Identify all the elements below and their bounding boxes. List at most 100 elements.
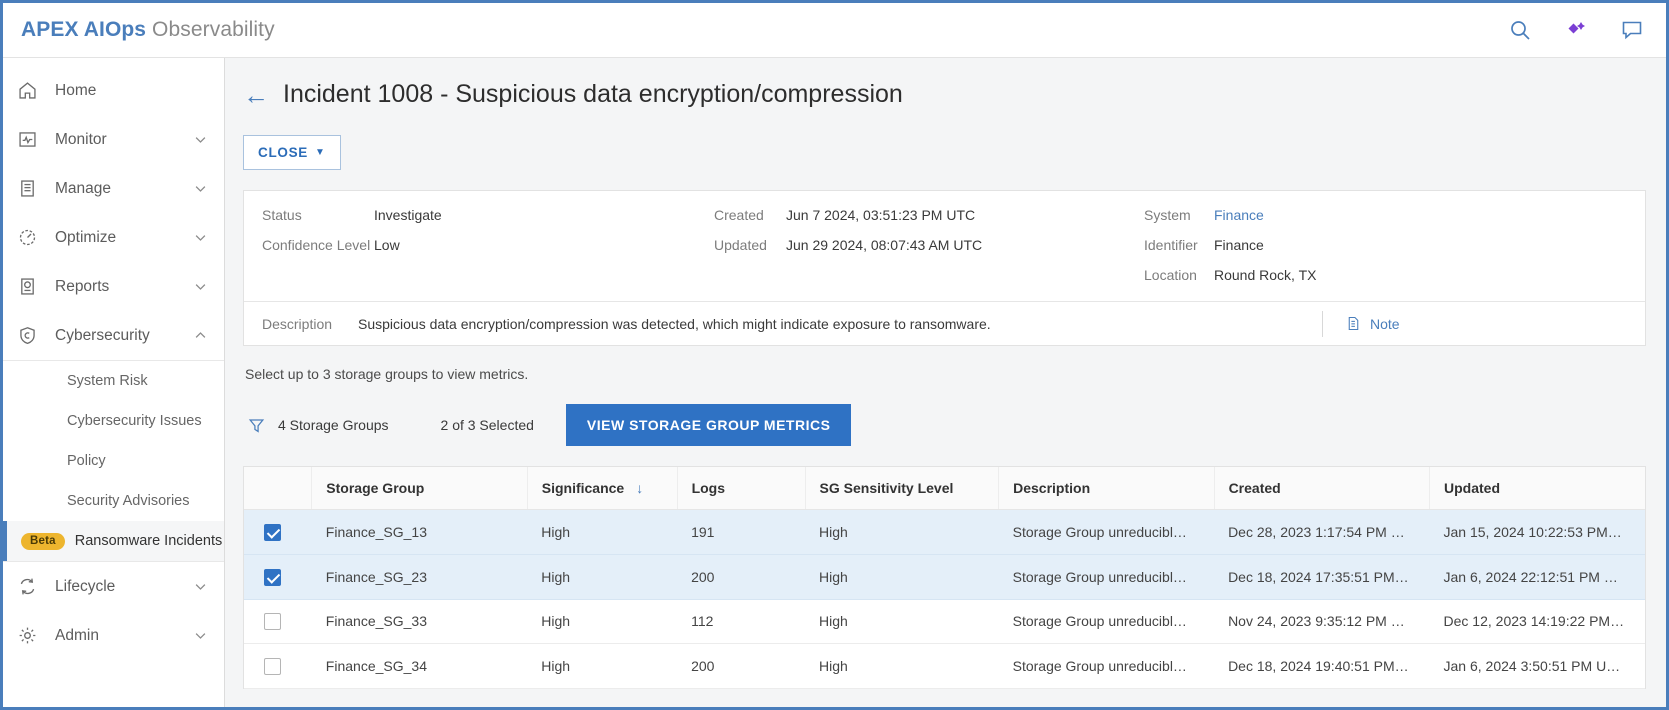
cell-created: Nov 24, 2023 9:35:12 PM … bbox=[1214, 599, 1430, 645]
detail-updated: Updated Jun 29 2024, 08:07:43 AM UTC bbox=[714, 237, 1144, 253]
selection-hint-text: Select up to 3 storage groups to view me… bbox=[245, 366, 529, 382]
row-checkbox-cell bbox=[244, 509, 312, 555]
chevron-down-icon[interactable] bbox=[193, 132, 208, 147]
table-header-row: Storage Group Significance ↓ Logs SG Sens… bbox=[244, 467, 1645, 510]
incident-description-row: Description Suspicious data encryption/c… bbox=[244, 301, 1645, 345]
cell-logs: 191 bbox=[677, 509, 806, 555]
body-container: Home Monitor Manage Optimize Reports Cyb… bbox=[3, 58, 1666, 707]
sidebar-subitem-label: System Risk bbox=[67, 373, 148, 389]
sidebar-item-cybersecurity-issues[interactable]: Cybersecurity Issues bbox=[3, 401, 224, 441]
sidebar-item-system-risk[interactable]: System Risk bbox=[3, 361, 224, 401]
sidebar-item-optimize[interactable]: Optimize bbox=[3, 213, 224, 262]
header-icon-group bbox=[1508, 18, 1644, 42]
detail-value-link[interactable]: Finance bbox=[1214, 207, 1264, 223]
details-column-left: Status Investigate Confidence Level Low bbox=[244, 207, 714, 283]
cell-updated: Jan 6, 2024 3:50:51 PM U… bbox=[1429, 643, 1645, 690]
column-header-storage-group[interactable]: Storage Group bbox=[311, 467, 528, 510]
cell-description: Storage Group unreducibl… bbox=[998, 599, 1215, 645]
row-checkbox[interactable] bbox=[264, 523, 281, 541]
main-inner: ← Incident 1008 - Suspicious data encryp… bbox=[225, 80, 1666, 690]
sidebar-item-manage[interactable]: Manage bbox=[3, 164, 224, 213]
sparkle-icon[interactable] bbox=[1564, 18, 1588, 42]
cell-storage-group: Finance_SG_34 bbox=[311, 643, 528, 690]
sidebar-item-label: Manage bbox=[55, 179, 112, 197]
main-content-area: ← Incident 1008 - Suspicious data encryp… bbox=[225, 58, 1666, 707]
sidebar-item-cybersecurity[interactable]: Cybersecurity bbox=[3, 311, 224, 360]
row-checkbox-cell bbox=[244, 643, 312, 690]
description-value: Suspicious data encryption/compression w… bbox=[358, 315, 991, 332]
application-window: APEX AIOps Observability Home Monitor Ma… bbox=[0, 0, 1669, 710]
cell-sensitivity: High bbox=[805, 599, 999, 645]
table-row[interactable]: Finance_SG_33 High 112 High Storage Grou… bbox=[244, 599, 1645, 645]
column-header-significance[interactable]: Significance ↓ bbox=[527, 467, 678, 510]
divider bbox=[1322, 310, 1323, 337]
detail-created: Created Jun 7 2024, 03:51:23 PM UTC bbox=[714, 207, 1144, 223]
detail-label: Updated bbox=[714, 237, 767, 253]
sidebar-item-reports[interactable]: Reports bbox=[3, 262, 224, 311]
cell-storage-group: Finance_SG_33 bbox=[311, 599, 528, 645]
incident-details-grid: Status Investigate Confidence Level Low … bbox=[244, 191, 1645, 301]
note-label: Note bbox=[1370, 315, 1400, 332]
column-header-created[interactable]: Created bbox=[1214, 467, 1431, 510]
chevron-down-icon: ▼ bbox=[315, 147, 326, 158]
cell-significance: High bbox=[527, 509, 678, 555]
detail-status: Status Investigate bbox=[262, 207, 714, 223]
table-row[interactable]: Finance_SG_23 High 200 High Storage Grou… bbox=[244, 554, 1645, 600]
sidebar-item-admin[interactable]: Admin bbox=[3, 611, 224, 660]
cell-description: Storage Group unreducibl… bbox=[998, 554, 1215, 600]
column-header-sg-sensitivity-level[interactable]: SG Sensitivity Level bbox=[805, 467, 1000, 510]
chevron-down-icon[interactable] bbox=[193, 579, 208, 594]
cell-significance: High bbox=[527, 554, 678, 600]
table-row[interactable]: Finance_SG_13 High 191 High Storage Grou… bbox=[244, 509, 1645, 555]
sidebar-subitem-label: Ransomware Incidents bbox=[74, 533, 223, 549]
search-icon[interactable] bbox=[1508, 18, 1532, 42]
filter-storage-groups-button[interactable]: 4 Storage Groups bbox=[243, 416, 389, 435]
back-arrow-icon[interactable]: ← bbox=[243, 82, 269, 108]
sidebar-item-ransomware-incidents[interactable]: Beta Ransomware Incidents bbox=[3, 521, 224, 561]
chevron-down-icon[interactable] bbox=[193, 628, 208, 643]
detail-value: Round Rock, TX bbox=[1214, 267, 1317, 283]
cell-created: Dec 28, 2023 1:17:54 PM … bbox=[1214, 509, 1430, 555]
chevron-down-icon[interactable] bbox=[193, 279, 208, 294]
sidebar-item-policy[interactable]: Policy bbox=[3, 441, 224, 481]
sidebar-item-security-advisories[interactable]: Security Advisories bbox=[3, 481, 224, 521]
cell-description: Storage Group unreducibl… bbox=[998, 643, 1215, 690]
detail-label: System bbox=[1144, 207, 1191, 223]
note-button[interactable]: Note bbox=[1345, 315, 1645, 332]
close-button-label: CLOSE bbox=[258, 145, 309, 160]
cell-updated: Jan 15, 2024 10:22:53 PM… bbox=[1429, 509, 1645, 555]
sort-descending-icon[interactable]: ↓ bbox=[636, 480, 643, 496]
cell-storage-group: Finance_SG_23 bbox=[311, 554, 528, 600]
column-header-updated[interactable]: Updated bbox=[1429, 467, 1645, 510]
lifecycle-icon bbox=[17, 576, 43, 598]
column-header-logs[interactable]: Logs bbox=[677, 467, 806, 510]
chat-icon[interactable] bbox=[1620, 18, 1644, 42]
sidebar-item-lifecycle[interactable]: Lifecycle bbox=[3, 562, 224, 611]
detail-value: Jun 29 2024, 08:07:43 AM UTC bbox=[786, 237, 983, 253]
reports-icon bbox=[17, 276, 43, 298]
sidebar-item-home[interactable]: Home bbox=[3, 66, 224, 115]
row-checkbox[interactable] bbox=[264, 568, 281, 586]
storage-groups-table-element: Storage Group Significance ↓ Logs SG Sens… bbox=[244, 467, 1645, 690]
sidebar-item-label: Monitor bbox=[55, 130, 107, 148]
table-row[interactable]: Finance_SG_34 High 200 High Storage Grou… bbox=[244, 643, 1645, 690]
details-column-middle: Created Jun 7 2024, 03:51:23 PM UTC Upda… bbox=[714, 207, 1144, 283]
chevron-down-icon[interactable] bbox=[193, 230, 208, 245]
description-label: Description bbox=[262, 315, 333, 332]
row-checkbox[interactable] bbox=[264, 658, 281, 676]
chevron-down-icon[interactable] bbox=[193, 181, 208, 196]
cell-updated: Dec 12, 2023 14:19:22 PM… bbox=[1429, 599, 1645, 645]
column-header-description[interactable]: Description bbox=[998, 467, 1215, 510]
sidebar-item-monitor[interactable]: Monitor bbox=[3, 115, 224, 164]
view-storage-group-metrics-button[interactable]: VIEW STORAGE GROUP METRICS bbox=[565, 404, 852, 446]
chevron-up-icon[interactable] bbox=[193, 328, 208, 343]
cell-significance: High bbox=[527, 643, 678, 690]
filter-icon bbox=[248, 418, 265, 433]
row-checkbox[interactable] bbox=[264, 613, 281, 631]
sidebar-subitem-label: Policy bbox=[67, 453, 106, 469]
cell-description: Storage Group unreducibl… bbox=[998, 509, 1215, 555]
detail-identifier: Identifier Finance bbox=[1144, 237, 1645, 253]
cybersecurity-submenu: System Risk Cybersecurity Issues Policy … bbox=[3, 360, 224, 562]
close-button[interactable]: CLOSE ▼ bbox=[243, 135, 341, 170]
app-logo[interactable]: APEX AIOps Observability bbox=[21, 18, 275, 42]
